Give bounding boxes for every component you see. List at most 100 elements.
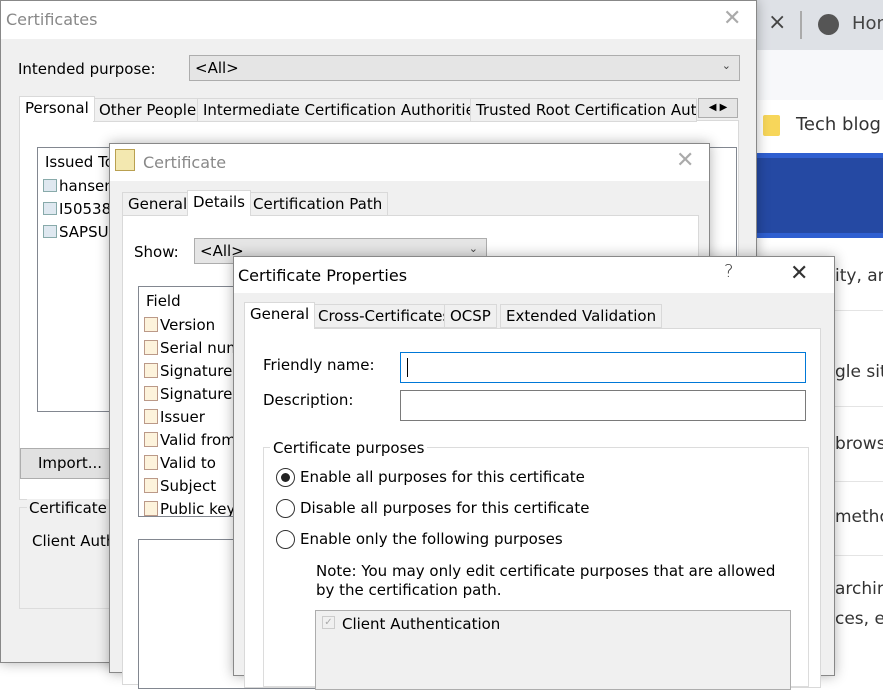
column-field[interactable]: Field [146,292,181,310]
field-icon [144,432,158,447]
close-icon[interactable]: ✕ [676,148,694,173]
group-value: Client Auth [32,532,116,550]
title-bar: Certificate Properties ? ✕ [234,257,834,293]
help-icon[interactable]: ? [724,261,734,282]
tab-close-icon[interactable]: × [768,10,786,35]
divider [835,406,883,407]
intended-purpose-label: Intended purpose: [18,60,156,78]
dialog-title: Certificate Properties [238,266,408,285]
intended-purpose-dropdown[interactable]: <All> ⌄ [189,55,740,81]
field-icon [144,317,158,332]
page-banner [757,153,883,238]
bookmark-tech-blog[interactable]: Tech blog [796,114,881,135]
field-name: Signature [160,385,233,403]
globe-icon [818,14,839,35]
radio-enable-all[interactable] [276,468,295,487]
tab-trusted-root[interactable]: Trusted Root Certification Auth [470,98,697,122]
page-text: archin [835,579,883,599]
certificate-properties-dialog: Certificate Properties ? ✕ General Cross… [233,256,835,690]
close-icon[interactable]: ✕ [790,261,808,286]
field-row[interactable]: Public key [144,500,236,517]
title-bar: Certificates ✕ [1,1,756,39]
page-text: metho [835,507,883,527]
field-icon [144,409,158,424]
import-button[interactable]: Import... [20,448,120,479]
tab-details[interactable]: Details [187,190,252,216]
note-text: Note: You may only edit certificate purp… [316,562,776,599]
purposes-list[interactable]: ✓ Client Authentication [315,610,791,690]
browser-toolbar [757,50,883,100]
checkbox-icon[interactable]: ✓ [322,616,335,629]
field-name: Serial num [160,339,241,357]
field-row[interactable]: Version [144,316,215,334]
folder-icon [763,115,780,136]
field-row[interactable]: Issuer [144,408,205,426]
purpose-label: Client Authentication [342,615,501,633]
field-name: Issuer [160,408,205,426]
chevron-down-icon: ⌄ [721,59,731,72]
dialog-title: Certificate [143,153,227,172]
field-name: Version [160,316,216,334]
radio-label[interactable]: Enable only the following purposes [300,530,563,548]
text-cursor [407,358,408,377]
chevron-down-icon: ⌄ [468,242,478,255]
field-icon [144,455,158,470]
title-bar: Certificate ✕ [110,144,709,181]
tab-certification-path[interactable]: Certification Path [247,192,389,216]
field-name: Public key [160,500,236,517]
field-icon [144,340,158,355]
tab-intermediate-ca[interactable]: Intermediate Certification Authorities [197,98,489,122]
divider [835,555,883,556]
description-label: Description: [263,391,354,409]
browser-tab-title[interactable]: Hon [852,13,883,34]
tab-other-people[interactable]: Other People [93,98,203,122]
field-row[interactable]: Valid to [144,454,216,472]
list-item[interactable]: hansen [43,177,114,195]
tab-cross-certificates[interactable]: Cross-Certificates [312,304,457,328]
dialog-title: Certificates [6,10,98,29]
field-icon [144,501,158,516]
tab-general[interactable]: General [122,192,194,216]
certificate-icon [43,225,57,238]
certificate-icon [43,179,57,192]
divider [835,481,883,482]
purposes-group-label: Certificate purposes [270,439,428,457]
tab-ocsp[interactable]: OCSP [444,304,497,328]
friendly-name-label: Friendly name: [263,356,375,374]
field-row[interactable]: Signature [144,362,232,380]
tab-general[interactable]: General [244,302,316,329]
show-label: Show: [134,243,179,261]
radio-label[interactable]: Enable all purposes for this certificate [300,468,585,486]
divider [835,310,883,311]
field-name: Signature [160,362,233,380]
page-text: gle sit [835,362,883,382]
certificate-icon [43,202,57,215]
page-text: ces, ev [835,609,883,629]
selected-value: <All> [195,59,239,77]
field-row[interactable]: Valid from [144,431,236,449]
description-input[interactable] [400,390,806,421]
field-name: Valid to [160,454,216,472]
field-name: Subject [160,477,217,495]
list-item[interactable]: I50538 [43,200,111,218]
close-icon[interactable]: ✕ [723,6,741,31]
tab-extended-validation[interactable]: Extended Validation [500,304,663,328]
column-issued-to[interactable]: Issued To [45,153,114,171]
field-row[interactable]: Signature [144,385,232,403]
field-row[interactable]: Subject [144,477,216,495]
list-item[interactable]: SAPSU [43,223,109,241]
tab-personal[interactable]: Personal [19,96,95,121]
field-icon [144,478,158,493]
radio-label[interactable]: Disable all purposes for this certificat… [300,499,589,517]
radio-enable-following[interactable] [276,530,295,549]
tab-scroll-arrows[interactable]: ◀ ▶ [698,98,738,118]
certificate-icon [115,149,135,171]
field-name: Valid from [160,431,236,449]
page-text: browsi [835,434,883,454]
radio-disable-all[interactable] [276,499,295,518]
friendly-name-input[interactable] [400,352,806,383]
field-icon [144,386,158,401]
page-text: ity, an [835,266,883,286]
field-icon [144,363,158,378]
field-row[interactable]: Serial num [144,339,241,357]
